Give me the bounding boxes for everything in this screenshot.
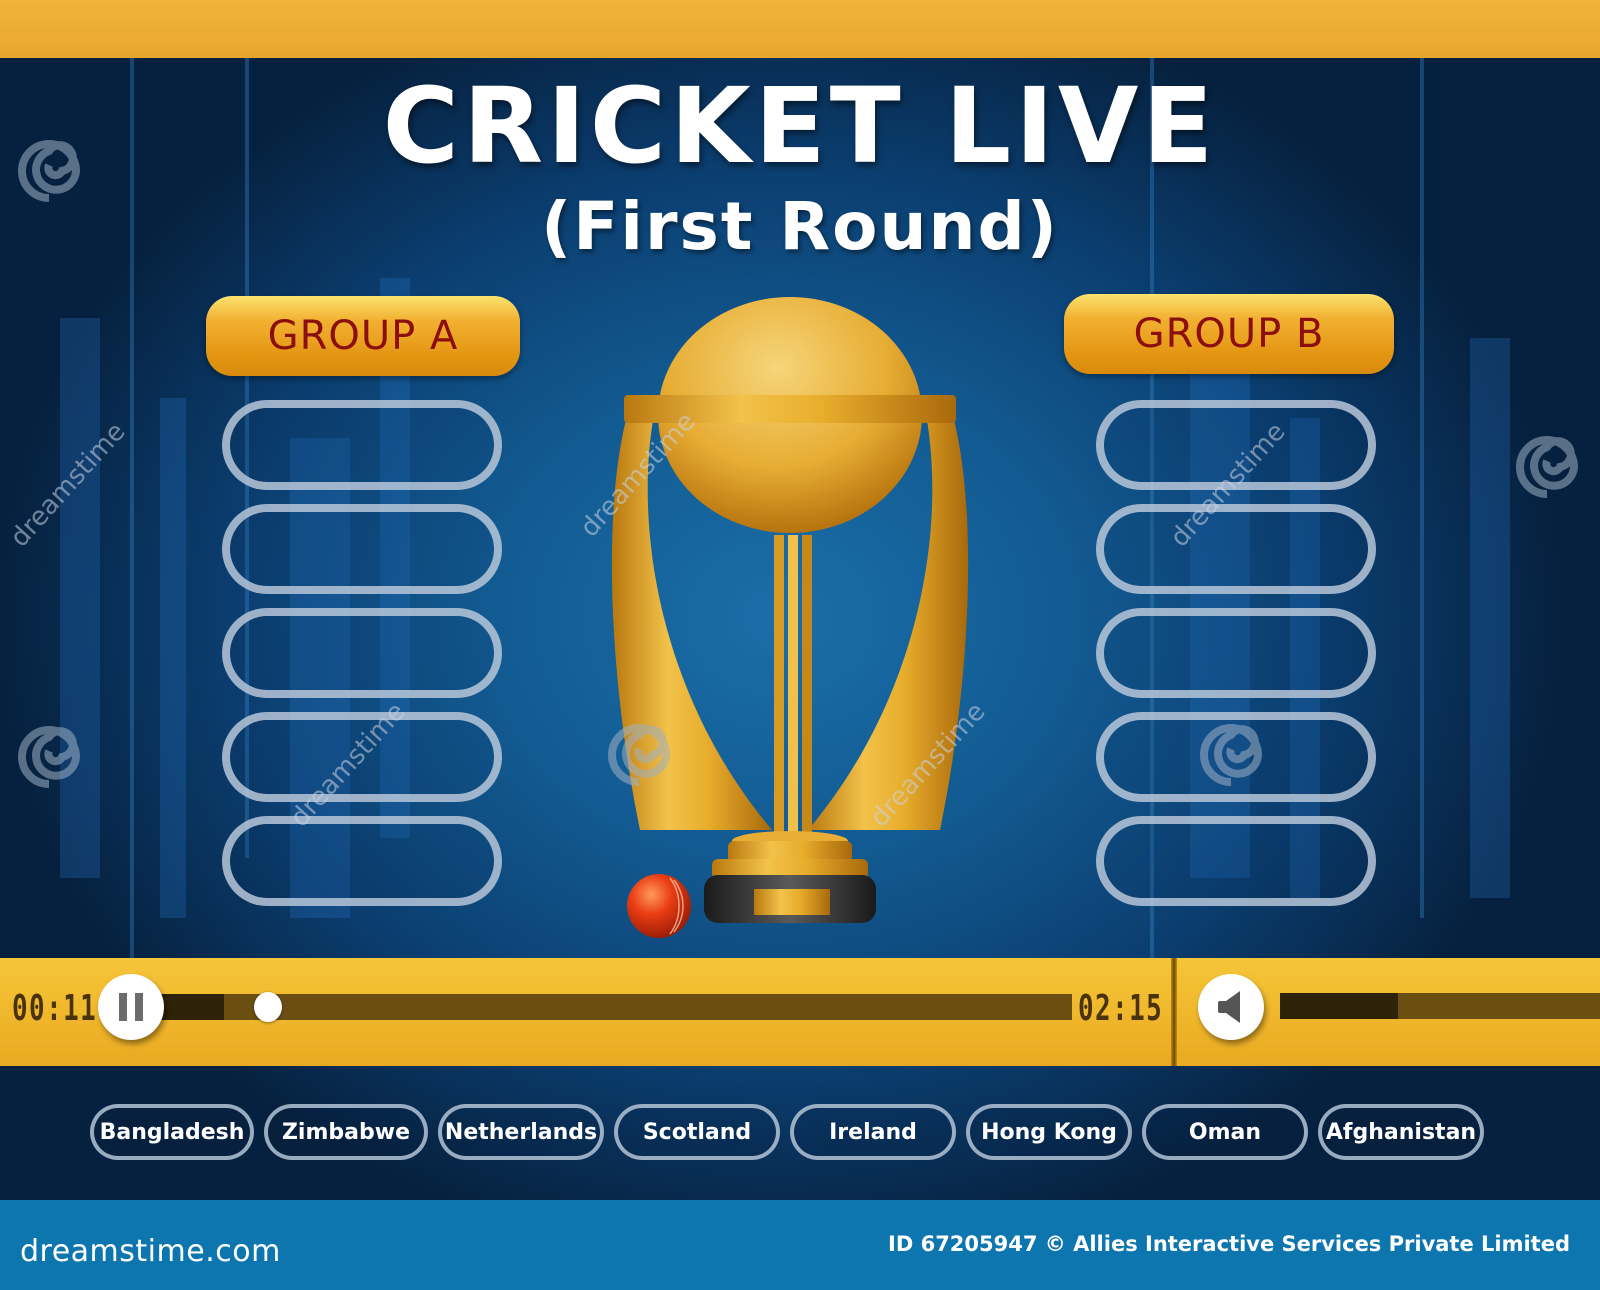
page-title: CRICKET LIVE (382, 65, 1218, 187)
watermark-spiral-icon (18, 140, 81, 202)
volume-slider-fill (1280, 993, 1399, 1019)
team-chip-ireland[interactable]: Ireland (790, 1104, 956, 1160)
pause-icon (119, 993, 143, 1021)
team-chip-afghanistan[interactable]: Afghanistan (1318, 1104, 1484, 1160)
group-a-slot-2[interactable] (222, 504, 502, 594)
team-chip-zimbabwe[interactable]: Zimbabwe (264, 1104, 428, 1160)
volume-slider[interactable] (1280, 993, 1600, 1019)
watermark-spiral-icon (1200, 724, 1263, 786)
seek-bar[interactable] (150, 994, 1072, 1020)
group-a-header: GROUP A (206, 296, 520, 376)
watermark-spiral-icon (1516, 436, 1579, 498)
group-b-slot-5[interactable] (1096, 816, 1376, 906)
group-b-slot-3[interactable] (1096, 608, 1376, 698)
watermark-spiral-icon (18, 726, 81, 788)
group-a-slot-3[interactable] (222, 608, 502, 698)
current-time: 00:11 (12, 988, 98, 1029)
team-chip-netherlands[interactable]: Netherlands (438, 1104, 604, 1160)
team-chip-bangladesh[interactable]: Bangladesh (90, 1104, 254, 1160)
team-chip-oman[interactable]: Oman (1142, 1104, 1308, 1160)
total-time: 02:15 (1078, 988, 1164, 1029)
cricket-ball-icon (627, 874, 691, 938)
group-a-slot-5[interactable] (222, 816, 502, 906)
speaker-icon (1218, 991, 1240, 1023)
group-a-slot-1[interactable] (222, 400, 502, 490)
seek-handle[interactable] (253, 992, 282, 1022)
team-chip-hong-kong[interactable]: Hong Kong (966, 1104, 1132, 1160)
team-chip-scotland[interactable]: Scotland (614, 1104, 780, 1160)
pause-button[interactable] (98, 974, 164, 1040)
top-banner (0, 0, 1600, 58)
group-b-header: GROUP B (1064, 294, 1394, 374)
trophy-icon (611, 297, 969, 923)
footer-logo[interactable]: dreamstime.com (20, 1234, 281, 1269)
watermark-spiral-icon (608, 724, 671, 786)
footer-credit: ID 67205947 © Allies Interactive Service… (888, 1232, 1570, 1256)
group-b-slot-2[interactable] (1096, 504, 1376, 594)
group-a-slot-list (222, 400, 502, 920)
player-divider (1171, 958, 1177, 1066)
page-subtitle: (First Round) (541, 188, 1059, 265)
volume-button[interactable] (1198, 974, 1264, 1040)
team-list: Bangladesh Zimbabwe Netherlands Scotland… (90, 1104, 1484, 1160)
